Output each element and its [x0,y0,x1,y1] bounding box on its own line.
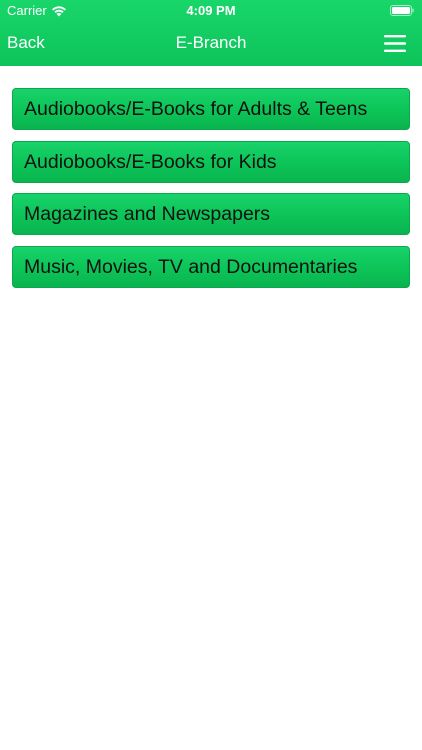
status-time: 4:09 PM [186,3,236,18]
navigation-bar: Back E-Branch [0,22,422,66]
app-header: Carrier 4:09 PM Back E-Branch [0,0,422,66]
hamburger-menu-icon [384,35,406,52]
menu-item-audiobooks-adults-teens[interactable]: Audiobooks/E-Books for Adults & Teens [12,88,410,130]
menu-item-music-movies-tv[interactable]: Music, Movies, TV and Documentaries [12,245,410,288]
status-bar: Carrier 4:09 PM [0,0,422,22]
menu-item-audiobooks-kids[interactable]: Audiobooks/E-Books for Kids [12,140,410,183]
page-title: E-Branch [175,33,247,52]
ebranch-menu-list: Audiobooks/E-Books for Adults & Teens Au… [12,88,410,298]
battery-icon [390,5,414,16]
menu-item-magazines-newspapers[interactable]: Magazines and Newspapers [12,193,410,235]
menu-button[interactable] [384,35,406,52]
